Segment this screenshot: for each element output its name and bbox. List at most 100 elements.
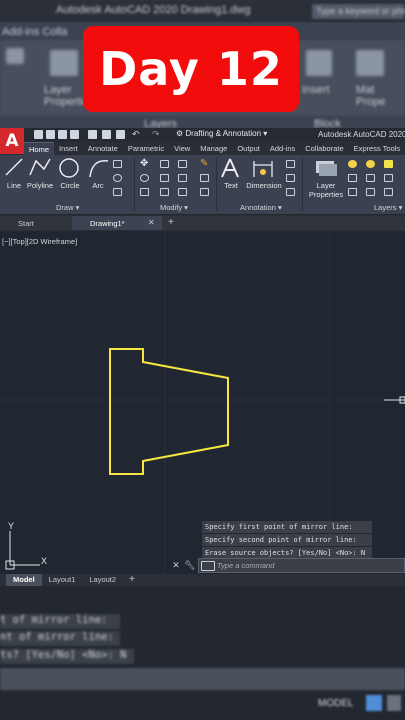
mirror-icon[interactable]: [160, 174, 169, 182]
rectangle-icon[interactable]: [113, 160, 122, 168]
background-history-line: t of mirror line:: [0, 614, 108, 626]
day-banner: Day 12: [83, 26, 299, 112]
open-file-icon[interactable]: [46, 130, 55, 139]
layer-sun-icon[interactable]: [366, 160, 375, 168]
rotate-icon[interactable]: [140, 174, 149, 182]
line-tool-icon: [5, 158, 23, 176]
polyline-tool-icon: [29, 158, 51, 176]
autocad-logo-icon[interactable]: A: [0, 128, 24, 154]
panel-draw[interactable]: Draw ▾: [56, 203, 79, 212]
file-tab-start[interactable]: Start: [0, 216, 72, 230]
layer-tool-icon[interactable]: [366, 188, 375, 196]
layer-tool-icon[interactable]: [384, 188, 393, 196]
status-model[interactable]: MODEL: [318, 698, 354, 709]
tab-insert[interactable]: Insert: [54, 142, 83, 155]
layer-tool-icon[interactable]: [348, 174, 357, 182]
add-layout-icon[interactable]: +: [123, 574, 135, 586]
polyline-tool-label[interactable]: Polyline: [25, 181, 55, 190]
close-command-icon[interactable]: ✕: [170, 560, 182, 571]
save-icon[interactable]: [58, 130, 67, 139]
command-history: Specify first point of mirror line: Spec…: [202, 521, 372, 560]
dimension-tool-label[interactable]: Dimension: [244, 181, 284, 190]
customize-wrench-icon[interactable]: 🔧︎: [182, 560, 198, 571]
web-save-icon[interactable]: [102, 130, 111, 139]
grid-toggle-icon[interactable]: [366, 695, 382, 711]
layout-tab-layout2[interactable]: Layout2: [82, 574, 123, 586]
pencil-icon[interactable]: ✎: [200, 159, 209, 169]
linear-dim-icon[interactable]: [286, 160, 295, 168]
layer-bulb-icon[interactable]: [348, 160, 357, 168]
explode-icon[interactable]: [200, 174, 209, 182]
scale-icon[interactable]: [200, 188, 209, 196]
trim-icon[interactable]: [160, 160, 169, 168]
tab-output[interactable]: Output: [232, 142, 265, 155]
leader-icon[interactable]: [286, 174, 295, 182]
web-open-icon[interactable]: [88, 130, 97, 139]
layer-color-icon[interactable]: [384, 160, 393, 168]
ribbon-separator: [216, 158, 217, 211]
redo-icon[interactable]: ↷: [152, 130, 161, 139]
erase-icon[interactable]: [178, 160, 187, 168]
circle-tool-label[interactable]: Circle: [56, 181, 84, 190]
chevron-down-icon: ▾: [263, 129, 268, 138]
copy-icon[interactable]: [140, 188, 149, 196]
layer-properties-label[interactable]: Layer Properties: [306, 181, 346, 199]
arc-tool-label[interactable]: Arc: [86, 181, 110, 190]
panel-modify[interactable]: Modify ▾: [160, 203, 188, 212]
workspace-switcher[interactable]: ⚙ Drafting & Annotation ▾: [176, 129, 267, 138]
command-input-box[interactable]: [198, 558, 405, 573]
layer-tool-icon[interactable]: [348, 188, 357, 196]
move-icon[interactable]: ✥: [140, 159, 149, 169]
tab-express-tools[interactable]: Express Tools: [349, 142, 405, 155]
tab-view[interactable]: View: [169, 142, 195, 155]
tab-manage[interactable]: Manage: [195, 142, 232, 155]
command-prompt-icon[interactable]: [201, 560, 215, 571]
background-layer-props: Layer Properties: [44, 84, 95, 108]
hatch-icon[interactable]: [113, 188, 122, 196]
layer-tool-icon[interactable]: [384, 174, 393, 182]
background-mat-props: Mat Prope: [356, 84, 386, 108]
layout-tab-model[interactable]: Model: [6, 574, 42, 586]
undo-icon[interactable]: ↶: [132, 130, 141, 139]
tab-parametric[interactable]: Parametric: [123, 142, 169, 155]
command-line: ✕ 🔧︎: [170, 558, 405, 573]
plot-icon[interactable]: [116, 130, 125, 139]
add-tab-icon[interactable]: +: [168, 217, 174, 228]
snap-toggle-icon[interactable]: [387, 695, 401, 711]
tab-add-ins[interactable]: Add-ins: [265, 142, 300, 155]
table-icon[interactable]: [286, 188, 295, 196]
tab-home[interactable]: Home: [24, 142, 55, 155]
command-input[interactable]: [217, 561, 367, 570]
text-tool-label[interactable]: Text: [218, 181, 244, 190]
layout-tab-layout1[interactable]: Layout1: [42, 574, 83, 586]
tab-annotate[interactable]: Annotate: [83, 142, 123, 155]
crosshair-cursor: [384, 396, 405, 404]
new-file-icon[interactable]: [34, 130, 43, 139]
ellipse-icon[interactable]: [113, 174, 122, 182]
layer-properties-label-2: Properties: [308, 190, 344, 199]
panel-layers[interactable]: Layers ▾: [374, 203, 402, 212]
line-tool-label[interactable]: Line: [2, 181, 26, 190]
ribbon-separator: [302, 158, 303, 211]
background-block: Block: [314, 118, 341, 128]
stretch-icon[interactable]: [160, 188, 169, 196]
file-tabs: Start Drawing1*: [0, 216, 405, 230]
background-tabs: Add-ins Colla: [2, 26, 68, 38]
ucs-y-label: Y: [8, 521, 14, 531]
fillet-icon[interactable]: [178, 174, 187, 182]
day-banner-text: Day 12: [99, 42, 283, 96]
panel-annotation[interactable]: Annotation ▾: [240, 203, 282, 212]
layer-tool-icon[interactable]: [366, 174, 375, 182]
save-as-icon[interactable]: [70, 130, 79, 139]
background-search-text: Type a keyword or phrase: [316, 6, 405, 16]
close-tab-icon[interactable]: ✕: [148, 218, 155, 227]
viewport-controls[interactable]: [−][Top][2D Wireframe]: [2, 237, 77, 246]
layer-properties-label-1: Layer: [316, 181, 336, 190]
background-history-line: nt of mirror line:: [0, 631, 114, 643]
dimension-sun-icon: [260, 169, 266, 175]
tab-collaborate[interactable]: Collaborate: [300, 142, 348, 155]
workspace-label: Drafting & Annotation: [185, 129, 262, 138]
array-icon[interactable]: [178, 188, 187, 196]
text-tool-icon: [221, 158, 239, 178]
drawn-shape[interactable]: [109, 348, 229, 475]
